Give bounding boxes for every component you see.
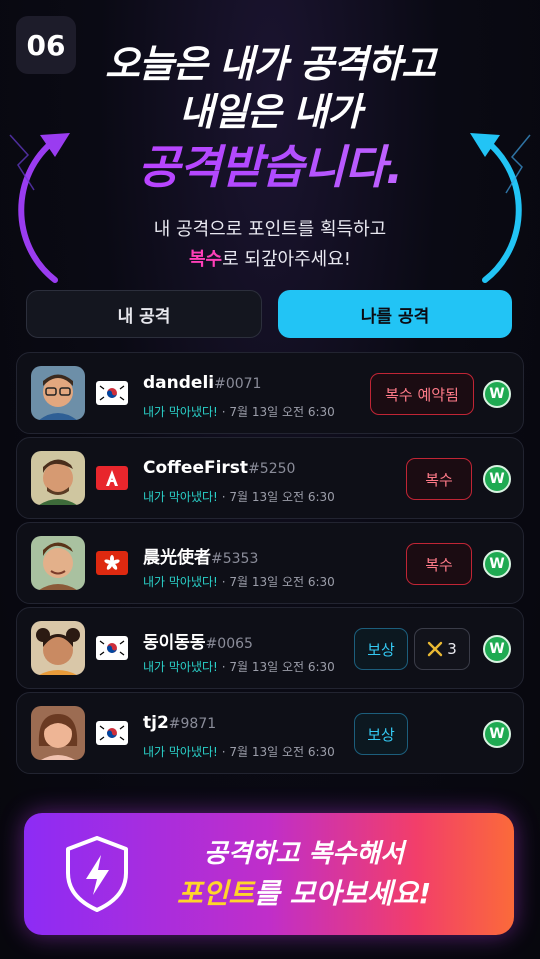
cta-line-1: 공격하고 복수해서 [203,839,405,869]
status-text: 내가 막아냈다! [143,405,218,419]
attack-count-button[interactable]: 3 [414,628,470,670]
username-text: CoffeeFirst [143,458,249,478]
username-text: tj2 [143,713,169,733]
flag-red-a-icon [96,466,128,490]
subtitle-line-2: 복수로 되갚아주세요! [0,245,540,275]
list-item[interactable]: dandeli#0071 내가 막아냈다! · 7월 13일 오전 6:30 복… [16,352,524,434]
user-tag: #9871 [168,716,217,732]
timestamp: · 7월 13일 오전 6:30 [221,660,335,674]
timestamp: · 7월 13일 오전 6:30 [221,575,335,589]
cta-line-2: 포인트를 모아보세요! [24,875,514,913]
flag-south-korea-icon [96,636,128,660]
row-meta: 내가 막아냈다! · 7월 13일 오전 6:30 [143,573,335,590]
user-tag: #5353 [211,551,259,567]
subtitle-line-1: 내 공격으로 포인트를 획득하고 [153,219,387,240]
headline-line-1: 오늘은 내가 공격하고 [104,42,436,86]
revenge-reserved-button[interactable]: 복수 예약됨 [370,373,474,415]
list-item[interactable]: 晨光使者#5353 내가 막아냈다! · 7월 13일 오전 6:30 복수 W [16,522,524,604]
row-meta: 내가 막아냈다! · 7월 13일 오전 6:30 [143,488,335,505]
headline-line-3: 공격받습니다. [0,136,540,198]
avatar [31,451,85,505]
flag-south-korea-icon [96,381,128,405]
list-item[interactable]: CoffeeFirst#5250 내가 막아냈다! · 7월 13일 오전 6:… [16,437,524,519]
avatar [31,366,85,420]
attack-count: 3 [447,640,457,658]
tab-bar: 내 공격 나를 공격 [26,290,512,338]
avatar [31,621,85,675]
crossed-swords-icon [428,641,443,657]
win-badge: W [483,635,511,663]
revenge-button[interactable]: 복수 [406,543,472,585]
cta-line-2-rest: 를 모아보세요! [254,877,432,910]
username: 동이동동#0065 [143,628,253,653]
tab-attacks-on-me[interactable]: 나를 공격 [278,290,512,338]
user-tag: #0065 [205,636,253,652]
username-text: 동이동동 [143,633,206,653]
win-badge: W [483,465,511,493]
avatar [31,536,85,590]
username-text: dandeli [143,373,215,393]
subtitle-line-2-rest: 로 되갚아주세요! [222,249,351,270]
username: tj2#9871 [143,713,216,733]
tab-my-attacks[interactable]: 내 공격 [26,290,262,338]
win-badge: W [483,380,511,408]
win-badge: W [483,720,511,748]
username: 晨光使者#5353 [143,543,258,568]
timestamp: · 7월 13일 오전 6:30 [221,490,335,504]
user-tag: #0071 [214,376,262,392]
flag-south-korea-icon [96,721,128,745]
revenge-button[interactable]: 복수 [406,458,472,500]
user-tag: #5250 [248,461,296,477]
username-text: 晨光使者 [143,548,211,568]
subtitle-highlight: 복수 [189,249,223,270]
list-item[interactable]: 동이동동#0065 내가 막아냈다! · 7월 13일 오전 6:30 보상 3… [16,607,524,689]
row-meta: 내가 막아냈다! · 7월 13일 오전 6:30 [143,658,335,675]
row-meta: 내가 막아냈다! · 7월 13일 오전 6:30 [143,403,335,420]
username: CoffeeFirst#5250 [143,458,295,478]
list-item[interactable]: tj2#9871 내가 막아냈다! · 7월 13일 오전 6:30 보상 W [16,692,524,774]
headline-line-2: 내일은 내가 [178,90,362,134]
headline: 오늘은 내가 공격하고 내일은 내가 공격받습니다. [0,40,540,198]
reward-button[interactable]: 보상 [354,713,408,755]
timestamp: · 7월 13일 오전 6:30 [221,745,335,759]
subtitle: 내 공격으로 포인트를 획득하고 복수로 되갚아주세요! [0,215,540,275]
status-text: 내가 막아냈다! [143,660,218,674]
attack-list: dandeli#0071 내가 막아냈다! · 7월 13일 오전 6:30 복… [16,352,524,777]
timestamp: · 7월 13일 오전 6:30 [221,405,335,419]
status-text: 내가 막아냈다! [143,490,218,504]
status-text: 내가 막아냈다! [143,745,218,759]
reward-button[interactable]: 보상 [354,628,408,670]
cta-banner[interactable]: 공격하고 복수해서 포인트를 모아보세요! [24,813,514,935]
flag-hong-kong-icon [96,551,128,575]
status-text: 내가 막아냈다! [143,575,218,589]
username: dandeli#0071 [143,373,261,393]
row-meta: 내가 막아냈다! · 7월 13일 오전 6:30 [143,743,335,760]
win-badge: W [483,550,511,578]
avatar [31,706,85,760]
cta-highlight: 포인트 [176,877,255,910]
